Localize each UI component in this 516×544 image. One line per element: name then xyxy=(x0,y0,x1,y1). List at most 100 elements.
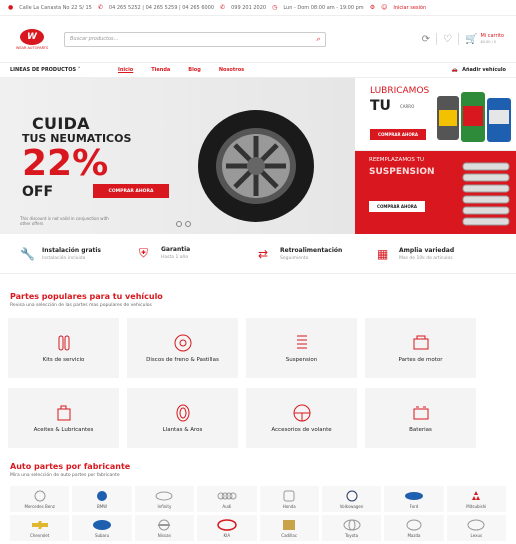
wrench-icon: 🔧 xyxy=(20,246,35,261)
nav-link-nosotros[interactable]: Nosotros xyxy=(219,67,244,73)
search-input[interactable]: Buscar productos... ⌕ xyxy=(64,31,326,47)
nav-link-inicio[interactable]: Inicio xyxy=(118,67,133,73)
category-label: Baterias xyxy=(409,427,432,433)
brand-label: Mitsubishi xyxy=(466,503,487,509)
carousel-dots xyxy=(176,221,191,227)
brand-label: Audi xyxy=(222,503,232,509)
add-vehicle-button[interactable]: 🚗 Añadir vehículo xyxy=(452,67,506,73)
brand-chevrolet[interactable]: Chevrolet xyxy=(10,515,70,541)
promo2-buy-button[interactable]: COMPRAR AHORA xyxy=(369,201,425,212)
brand-mitsubishi[interactable]: Mitsubishi xyxy=(446,486,506,512)
subaru-logo-icon xyxy=(93,519,112,530)
shield-icon: ⛨ xyxy=(139,246,149,260)
heart-icon[interactable]: ♡ xyxy=(443,34,452,45)
brand-honda[interactable]: Honda xyxy=(259,486,319,512)
category-service-kits[interactable]: Kits de servicio xyxy=(8,318,119,378)
brake-disc-icon xyxy=(174,334,191,352)
mitsubishi-logo-icon xyxy=(472,490,481,500)
category-label: Suspension xyxy=(285,357,318,363)
nav-link-blog[interactable]: Blog xyxy=(188,67,201,73)
category-engine-parts[interactable]: Partes de motor xyxy=(365,318,476,378)
hero-buy-button[interactable]: COMPRAR AHORA xyxy=(93,184,169,198)
brand-label: Subaru xyxy=(94,532,110,538)
refresh-icon[interactable]: ⟳ xyxy=(422,34,430,45)
user-icon[interactable]: ☺ xyxy=(381,4,387,11)
brand-label: Chevrolet xyxy=(30,532,50,538)
carousel-dot[interactable] xyxy=(185,221,191,227)
bmw-logo-icon xyxy=(97,490,108,501)
category-label: Aceites & Lubricantes xyxy=(33,427,94,433)
category-brakes[interactable]: Discos de freno & Pastillas xyxy=(127,318,238,378)
brand-lexus[interactable]: Lexus xyxy=(446,515,506,541)
category-steering[interactable]: Accesorios de volante xyxy=(246,388,357,448)
hero-promos: LUBRICAMOS TU CARRO COMPRAR AHORA REEMPL… xyxy=(355,78,516,234)
header-icons: ⟳ ♡ 🛒 Mi carrito $0.00 / 0 xyxy=(422,33,504,45)
oil-bottles-image xyxy=(437,92,511,142)
cart-icon: 🛒 xyxy=(465,33,478,45)
feature-sub: Instalación incluida xyxy=(42,255,86,261)
promo-suspension[interactable]: REEMPLAZAMOS TU SUSPENSION COMPRAR AHORA xyxy=(355,151,516,234)
brand-volkswagen[interactable]: Volkswagen xyxy=(321,486,382,512)
tire-image xyxy=(198,110,314,222)
search-icon[interactable]: ⌕ xyxy=(316,35,320,44)
category-grid: Kits de servicio Discos de freno & Pasti… xyxy=(0,308,516,448)
chevrolet-logo-icon xyxy=(31,520,48,529)
promo2-line2: SUSPENSION xyxy=(369,167,435,177)
category-tires[interactable]: Llantas & Aros xyxy=(127,388,238,448)
nav-link-tienda[interactable]: Tienda xyxy=(151,67,170,73)
brand-label: KIA xyxy=(223,532,231,538)
category-batteries[interactable]: Baterias xyxy=(365,388,476,448)
promo1-buy-button[interactable]: COMPRAR AHORA xyxy=(370,129,426,140)
brand-ford[interactable]: Ford xyxy=(384,486,444,512)
brand-label: Infinity xyxy=(157,503,172,509)
category-label: Accesorios de volante xyxy=(271,427,332,433)
brand-subaru[interactable]: Subaru xyxy=(72,515,132,541)
phone-icon: ✆ xyxy=(97,4,103,11)
brand-label: Lexus xyxy=(470,532,483,538)
cart-button[interactable]: 🛒 Mi carrito $0.00 / 0 xyxy=(465,33,504,45)
hero-percent: 22% xyxy=(22,143,109,184)
brand-bmw[interactable]: BMW xyxy=(72,486,132,512)
steering-wheel-icon xyxy=(293,404,310,422)
brand-cadillac[interactable]: Cadillac xyxy=(259,515,319,541)
lexus-logo-icon xyxy=(467,519,485,530)
add-vehicle-label: Añadir vehículo xyxy=(462,67,506,73)
audi-logo-icon xyxy=(217,492,237,499)
logo[interactable]: W WEAR AUTOPARTS xyxy=(12,28,52,50)
brand-label: Volkswagen xyxy=(339,503,364,509)
vw-logo-icon xyxy=(346,490,358,501)
divider xyxy=(458,33,459,45)
brand-kia[interactable]: KIA xyxy=(197,515,257,541)
logo-tag: WEAR AUTOPARTS xyxy=(15,45,49,50)
cart-sub: $0.00 / 0 xyxy=(480,40,497,44)
hero-banner: CUIDA TUS NEUMATICOS 22% OFF COMPRAR AHO… xyxy=(0,78,355,234)
promo1-line2: TU xyxy=(370,98,391,114)
features-bar: 🔧 Instalación gratis Instalación incluida… xyxy=(0,234,516,274)
carousel-dot[interactable] xyxy=(176,221,182,227)
category-suspension[interactable]: Suspension xyxy=(246,318,357,378)
brand-label: Cadillac xyxy=(281,532,298,538)
promo1-line3: CARRO xyxy=(400,104,415,109)
infinity-logo-icon xyxy=(155,491,173,500)
settings-icon[interactable]: ⚙ xyxy=(370,4,375,11)
location-icon: ● xyxy=(8,4,14,11)
brand-infinity[interactable]: Infinity xyxy=(134,486,195,512)
arrows-icon: ⇄ xyxy=(258,246,269,261)
category-oils[interactable]: Aceites & Lubricantes xyxy=(8,388,119,448)
whatsapp-icon: ✆ xyxy=(220,4,226,11)
brand-audi[interactable]: Audi xyxy=(197,486,257,512)
login-link[interactable]: Iniciar sesión xyxy=(393,5,426,11)
feature-warranty: ⛨ Garantia Hasta 1 año xyxy=(139,246,258,261)
feature-title: Amplia variedad xyxy=(399,246,455,254)
product-lines-dropdown[interactable]: LINEAS DE PRODUCTOS ˅ xyxy=(10,67,118,73)
promo-lubricants[interactable]: LUBRICAMOS TU CARRO COMPRAR AHORA xyxy=(355,78,516,151)
divider xyxy=(436,33,438,45)
brand-nissan[interactable]: Nissan xyxy=(134,515,195,541)
kia-logo-icon xyxy=(217,518,237,531)
brand-mercedes[interactable]: Mercedes Benz xyxy=(10,486,70,512)
brand-label: Mazda xyxy=(407,532,421,538)
cadillac-logo-icon xyxy=(283,519,296,530)
brand-label: Honda xyxy=(282,503,296,509)
brand-toyota[interactable]: Toyota xyxy=(321,515,382,541)
brand-mazda[interactable]: Mazda xyxy=(384,515,444,541)
